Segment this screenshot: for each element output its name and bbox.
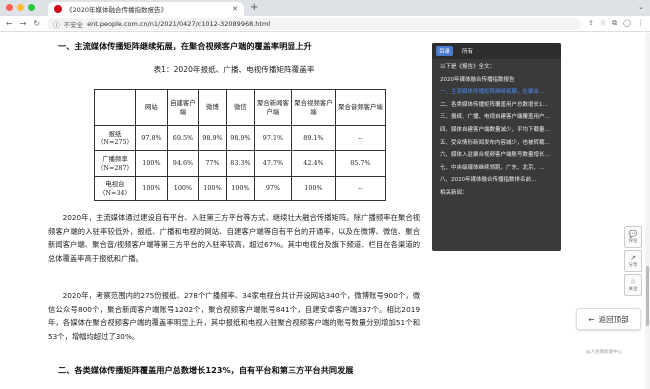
warning-icon[interactable]: ⓘ	[53, 19, 60, 29]
close-tab-icon[interactable]: ✕	[232, 5, 238, 13]
table-caption: 表1：2020年报纸、广播、电视传播矩阵覆盖率	[153, 65, 315, 74]
outline-panel: 目录 所有 以下是《报告》全文： 2020年媒体融合传播指数报告 一、主流媒体传…	[432, 43, 561, 251]
address-bar[interactable]: ⓘ 不安全 ent.people.com.cn/n1/2021/0427/c10…	[47, 17, 581, 30]
paragraph: 2020年，主流媒体通过建设自有平台、入驻第三方平台等方式，继续壮大融合传播矩阵…	[48, 213, 420, 263]
window-controls	[6, 4, 35, 11]
table-cell: 89.1%	[290, 125, 336, 151]
outline-item[interactable]: 六、媒体入驻聚合视频客户端账号数量增长…	[432, 149, 561, 162]
bookmark-icon[interactable]: ☆	[600, 19, 606, 28]
table-cell: 100%	[225, 176, 255, 201]
row-label: 电视台（N=34）	[94, 176, 136, 201]
table-cell: 97.1%	[253, 125, 292, 151]
table-cell: 100%	[197, 176, 227, 201]
table-cell: --	[334, 176, 386, 201]
scrollbar-thumb[interactable]	[646, 266, 649, 326]
comment-icon: 💬	[628, 230, 638, 238]
table-cell: 100%	[166, 176, 199, 201]
watermark: @人民网新闻中心	[586, 350, 622, 355]
browser-tab[interactable]: 《2020年媒体融合传播指数报告》 ✕	[48, 2, 244, 16]
header-cell: 微博	[197, 89, 227, 126]
share-page-icon[interactable]: ⇪	[588, 19, 594, 28]
outline-item-active[interactable]: 一、主流媒体传播矩阵继续拓展，在聚合…	[432, 86, 561, 99]
tab-search-icon[interactable]: ⌄	[638, 3, 644, 11]
header-cell: 网站	[134, 89, 168, 126]
table-cell: 97.8%	[134, 125, 168, 151]
comment-button[interactable]: 💬 评论	[624, 226, 642, 248]
outline-list: 以下是《报告》全文： 2020年媒体融合传播指数报告 一、主流媒体传播矩阵继续拓…	[432, 59, 561, 200]
header-cell: 微信	[225, 89, 255, 126]
outline-item[interactable]: 七、中央级媒体继续领跑，广东、北京、…	[432, 162, 561, 175]
follow-icon: ☆	[629, 278, 637, 286]
outline-item[interactable]: 五、受众情形新闻发布内容减少，也被转载…	[432, 137, 561, 150]
close-window-button[interactable]	[6, 4, 13, 11]
comment-label: 评论	[628, 239, 638, 244]
extensions-icon[interactable]: ⧉	[612, 19, 617, 28]
outline-item[interactable]: 相关新闻：	[432, 187, 561, 200]
header-cell: 自建客户端	[166, 89, 199, 126]
section-heading: 一、主流媒体传播矩阵继续拓展，在聚合视频客户端的覆盖率明显上升	[58, 41, 312, 51]
table-row: 广播频率（N=287） 100% 94.6% 77% 83.3% 47.7% 4…	[94, 150, 386, 177]
outline-item[interactable]: 四、媒体自建客户端数量减少，平均下载量…	[432, 124, 561, 137]
arrow-left-icon: ←	[588, 314, 595, 324]
table-cell: 83.3%	[225, 150, 255, 177]
tab-bar: 《2020年媒体融合传播指数报告》 ✕ + ⌄	[0, 0, 650, 16]
favicon-icon	[54, 5, 62, 13]
url-text[interactable]: ent.people.com.cn/n1/2021/0427/c1012-320…	[87, 20, 270, 28]
follow-label: 关注	[628, 287, 638, 292]
back-icon[interactable]: ←	[6, 19, 13, 28]
follow-button[interactable]: ☆ 关注	[624, 274, 642, 296]
share-icon: ↗	[630, 254, 636, 262]
coverage-table: 网站 自建客户端 微博 微信 聚合新闻客户端 聚合视频客户端 聚合音频客户端 报…	[94, 89, 386, 201]
header-cell: 聚合视频客户端	[290, 89, 336, 126]
browser-toolbar: ← → ↻ ⓘ 不安全 ent.people.com.cn/n1/2021/04…	[0, 16, 650, 32]
table-cell: 42.4%	[290, 150, 336, 177]
table-cell: 100%	[134, 176, 168, 201]
row-label: 报纸（N=275）	[94, 125, 136, 151]
table-cell: 98.9%	[197, 125, 227, 151]
side-toolbar: 💬 评论 ↗ 分享 ☆ 关注	[624, 226, 642, 298]
paragraph: 2020年，考察范围内的275份报纸、278个广播频率、34家电视台共计开设网站…	[48, 291, 420, 341]
table-cell: 100%	[290, 176, 336, 201]
outline-item[interactable]: 三、报纸、广播、电视自建客户端覆盖用户…	[432, 111, 561, 124]
table-row: 报纸（N=275） 97.8% 69.5% 98.9% 98.9% 97.1% …	[94, 125, 386, 151]
reload-icon[interactable]: ↻	[33, 19, 40, 28]
table-cell: --	[334, 125, 386, 151]
share-label: 分享	[628, 263, 638, 268]
page-content: 一、主流媒体传播矩阵继续拓展，在聚合视频客户端的覆盖率明显上升 表1：2020年…	[0, 33, 650, 389]
header-cell	[94, 89, 136, 126]
table-cell: 98.9%	[225, 125, 255, 151]
new-tab-button[interactable]: +	[250, 2, 258, 14]
row-label: 广播频率（N=287）	[94, 150, 136, 177]
back-to-top-button[interactable]: ← 返回顶部	[576, 308, 641, 330]
table-cell: 94.6%	[166, 150, 199, 177]
insecure-label[interactable]: 不安全	[64, 19, 84, 29]
menu-icon[interactable]: ⋮	[637, 19, 644, 28]
forward-icon[interactable]: →	[20, 19, 27, 28]
outline-item[interactable]: 八、2020年媒体融合传播指数排名前…	[432, 174, 561, 187]
tab-outline[interactable]: 目录	[436, 46, 454, 56]
table-row: 电视台（N=34） 100% 100% 100% 100% 97% 100% -…	[94, 176, 386, 201]
table-cell: 77%	[197, 150, 227, 177]
table-cell: 47.7%	[253, 150, 292, 177]
table-cell: 97%	[253, 176, 292, 201]
share-button[interactable]: ↗ 分享	[624, 250, 642, 272]
minimize-window-button[interactable]	[17, 4, 24, 11]
section-heading: 二、各类媒体传播矩阵覆盖用户总数增长123%，自有平台和第三方平台共同发展	[58, 365, 354, 375]
header-cell: 聚合音频客户端	[334, 89, 386, 126]
maximize-window-button[interactable]	[28, 4, 35, 11]
table-header-row: 网站 自建客户端 微博 微信 聚合新闻客户端 聚合视频客户端 聚合音频客户端	[94, 89, 386, 126]
outline-item[interactable]: 2020年媒体融合传播指数报告	[432, 74, 561, 87]
outline-item[interactable]: 二、各类媒体传播矩阵覆盖用户总数增长1…	[432, 99, 561, 112]
profile-icon[interactable]: ◯	[623, 19, 631, 28]
tab-title: 《2020年媒体融合传播指数报告》	[66, 6, 168, 14]
tab-all[interactable]: 所有	[459, 46, 476, 56]
table-cell: 85.7%	[334, 150, 386, 177]
header-cell: 聚合新闻客户端	[253, 89, 292, 126]
scrollbar-track[interactable]	[645, 33, 650, 389]
outline-tabs: 目录 所有	[432, 43, 561, 59]
table-cell: 69.5%	[166, 125, 199, 151]
outline-item[interactable]: 以下是《报告》全文：	[432, 61, 561, 74]
table-cell: 100%	[134, 150, 168, 177]
back-to-top-label: 返回顶部	[598, 314, 629, 324]
